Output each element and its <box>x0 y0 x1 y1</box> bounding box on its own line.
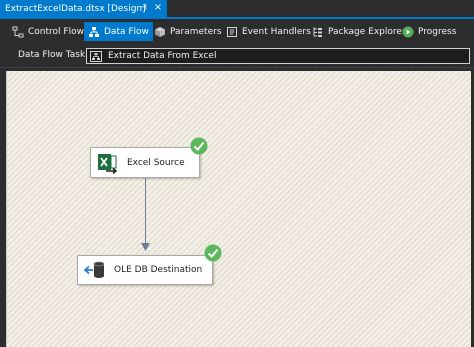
ole-db-destination-label: OLE DB Destination <box>114 265 203 275</box>
designer-toolbar: Control Flow Data Flow Parameters Event … <box>0 19 474 44</box>
tab-parameters[interactable]: Parameters <box>150 22 226 41</box>
ole-db-destination-icon <box>84 261 105 278</box>
task-selector-dropdown[interactable]: Extract Data From Excel <box>86 48 470 64</box>
tab-package-explorer-label: Package Explorer <box>328 26 406 37</box>
document-tab-strip: ExtractExcelData.dtsx [Design] ⊣ × <box>0 0 474 19</box>
excel-source-label: Excel Source <box>127 157 185 168</box>
tab-package-explorer[interactable]: Package Explorer <box>308 22 410 41</box>
task-selector-row: Data Flow Task: Extract Data From Excel <box>0 44 474 68</box>
data-flow-canvas[interactable]: Excel Source OLE DB Destination <box>6 71 471 347</box>
tab-event-handlers-label: Event Handlers <box>242 26 311 37</box>
package-explorer-icon <box>313 26 322 37</box>
document-tab[interactable]: ExtractExcelData.dtsx [Design] ⊣ × <box>0 0 167 17</box>
tab-progress[interactable]: Progress <box>398 22 460 41</box>
progress-play-icon <box>402 26 414 37</box>
document-tab-title: ExtractExcelData.dtsx [Design] <box>5 3 146 14</box>
excel-source-component[interactable]: Excel Source <box>90 147 200 178</box>
tab-control-flow-label: Control Flow <box>28 26 84 37</box>
parameters-icon <box>155 26 165 37</box>
data-path-connector[interactable] <box>145 178 146 245</box>
task-selector-value: Extract Data From Excel <box>108 51 217 61</box>
ole-db-destination-success-icon <box>204 244 222 262</box>
tab-event-handlers[interactable]: Event Handlers <box>222 22 315 41</box>
tab-control-flow[interactable]: Control Flow <box>8 22 88 41</box>
tab-parameters-label: Parameters <box>170 26 222 37</box>
task-selector-label: Data Flow Task: <box>18 50 89 60</box>
connector-arrowhead-icon <box>141 243 150 251</box>
data-flow-task-icon <box>90 50 102 62</box>
event-handlers-icon <box>227 26 237 37</box>
tab-progress-label: Progress <box>418 26 457 37</box>
close-icon[interactable]: × <box>153 2 163 14</box>
excel-source-success-icon <box>190 137 208 155</box>
pin-icon[interactable]: ⊣ <box>138 2 148 14</box>
data-flow-icon <box>89 26 99 37</box>
tab-data-flow-label: Data Flow <box>104 26 149 37</box>
tab-data-flow[interactable]: Data Flow <box>84 22 153 41</box>
ole-db-destination-component[interactable]: OLE DB Destination <box>77 255 213 285</box>
control-flow-icon <box>12 26 24 37</box>
excel-source-icon <box>98 153 118 174</box>
